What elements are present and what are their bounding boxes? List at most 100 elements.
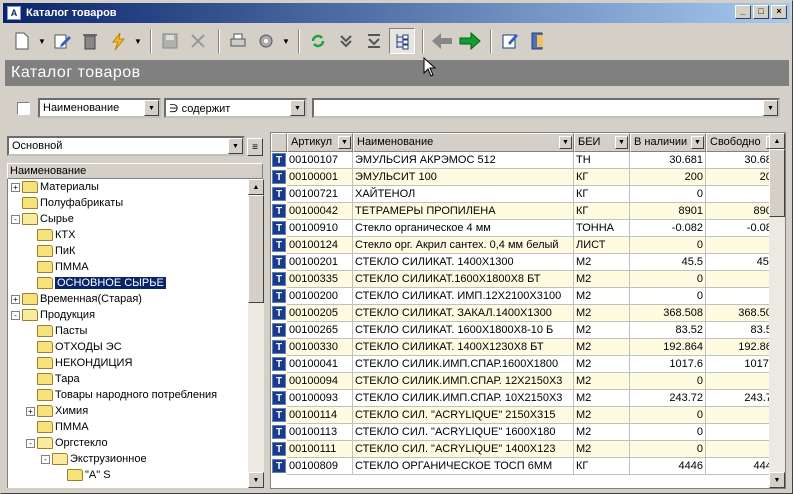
table-row[interactable]: T 00100265 СТЕКЛО СИЛИКАТ. 1600Х1800Х8-10 … xyxy=(271,322,781,339)
minimize-button[interactable]: _ xyxy=(735,5,751,19)
save-icon[interactable] xyxy=(157,28,183,54)
tree-item[interactable]: НЕКОНДИЦИЯ xyxy=(26,355,132,371)
edit-note-icon[interactable] xyxy=(497,28,523,54)
table-row[interactable]: T 00100201 СТЕКЛО СИЛИКАТ. 1400Х1300 М2 45.5… xyxy=(271,254,781,271)
table-row[interactable]: T 00100330 СТЕКЛО СИЛИКАТ. 1400Х1230Х8 БТ М… xyxy=(271,339,781,356)
chevron-down-icon[interactable]: ▼ xyxy=(228,138,243,154)
tree-item[interactable]: Тара xyxy=(26,371,80,387)
table-row[interactable]: T00100001ЭМУЛЬСИТ 100КГ200200 xyxy=(271,169,781,186)
tree-item[interactable]: ПиК xyxy=(26,243,75,259)
table-row[interactable]: T 00100335 СТЕКЛО СИЛИКАТ.1600Х1800Х8 БТ М2… xyxy=(271,271,781,288)
table-row[interactable]: T 00100124 Стекло орг. Акрил сантех. 0,4 м… xyxy=(271,237,781,254)
title-bar[interactable]: A Каталог товаров _ □ × xyxy=(3,3,790,23)
folder-icon xyxy=(37,229,53,241)
scroll-up-arrow[interactable]: ▲ xyxy=(769,133,785,149)
tree-item[interactable]: ОТХОДЫ ЭС xyxy=(26,339,122,355)
table-row[interactable]: T00100721ХАЙТЕНОЛКГ00 xyxy=(271,186,781,203)
lightning-icon[interactable] xyxy=(105,28,131,54)
collapse-icon[interactable]: - xyxy=(11,214,20,224)
chevron-down-icon[interactable]: ▼ xyxy=(144,100,159,116)
scroll-up-arrow[interactable]: ▲ xyxy=(248,179,264,195)
tree-item[interactable]: Товары народного потребления xyxy=(26,387,217,403)
table-row[interactable]: T 00100910 Стекло органическое 4 мм ТОННА -0… xyxy=(271,220,781,237)
filter-field-value: Наименование xyxy=(43,102,120,114)
lightning-dropdown-icon[interactable]: ▼ xyxy=(133,28,143,54)
delete-icon[interactable] xyxy=(77,28,103,54)
tree-item[interactable]: КТХ xyxy=(26,227,75,243)
table-row[interactable]: T 00100107 ЭМУЛЬСИЯ АКРЭМОС 512 ТН 30.681 30.… xyxy=(271,152,781,169)
scroll-thumb[interactable] xyxy=(248,195,264,303)
collapse-icon[interactable]: - xyxy=(26,438,35,448)
tree-item[interactable]: Полуфабрикаты xyxy=(11,195,123,211)
column-header[interactable]: БЕИ ▼ xyxy=(574,133,630,152)
expand-icon[interactable]: + xyxy=(11,182,20,192)
column-header[interactable]: Наименование ▼ xyxy=(353,133,574,152)
table-row[interactable]: T 00100809 СТЕКЛО ОРГАНИЧЕСКОЕ ТОСП 6ММ КГ 4… xyxy=(271,458,781,475)
table-row[interactable]: T 00100205 СТЕКЛО СИЛИКАТ. ЗАКАЛ.1400Х1300… xyxy=(271,305,781,322)
column-header[interactable]: В наличии ▼ xyxy=(630,133,706,152)
tree-item[interactable]: + Химия xyxy=(26,403,88,419)
column-filter-icon[interactable]: ▼ xyxy=(615,136,628,149)
tree-item[interactable]: Пасты xyxy=(26,323,87,339)
expand-down-icon[interactable] xyxy=(333,28,359,54)
scroll-thumb[interactable] xyxy=(769,149,785,217)
exit-icon[interactable] xyxy=(525,28,551,54)
close-button[interactable]: × xyxy=(771,5,787,19)
scroll-down-arrow[interactable]: ▼ xyxy=(248,472,264,488)
new-document-icon[interactable] xyxy=(9,28,35,54)
table-row[interactable]: T 00100114 СТЕКЛО СИЛ. "ACRYLIQUE" 2150Х31… xyxy=(271,407,781,424)
tree-item[interactable]: - Сырье xyxy=(11,211,74,227)
filter-field-select[interactable]: Наименование ▼ xyxy=(38,98,161,118)
column-filter-icon[interactable]: ▼ xyxy=(338,136,351,149)
column-filter-icon[interactable]: ▼ xyxy=(559,136,572,149)
edit-icon[interactable] xyxy=(49,28,75,54)
filter-value-input[interactable]: ▼ xyxy=(312,98,780,118)
view-select[interactable]: Основной ▼ xyxy=(7,136,245,156)
column-header-label: Наименование xyxy=(357,136,434,148)
table-row[interactable]: T 00100094 СТЕКЛО СИЛИК.ИМП.СПАР. 12Х2150Х… xyxy=(271,373,781,390)
table-row[interactable]: T 00100113 СТЕКЛО СИЛ. "ACRYLIQUE" 1600Х18… xyxy=(271,424,781,441)
expand-icon[interactable]: + xyxy=(26,406,35,416)
tree-scrollbar[interactable]: ▲ ▼ xyxy=(248,179,264,488)
maximize-button[interactable]: □ xyxy=(753,5,769,19)
settings-icon[interactable] xyxy=(253,28,279,54)
collapse-icon[interactable]: - xyxy=(11,310,20,320)
chevron-down-icon[interactable]: ▼ xyxy=(290,100,305,116)
table-row[interactable]: T 00100111 СТЕКЛО СИЛ. "ACRYLIQUE" 1400Х12… xyxy=(271,441,781,458)
table-row[interactable]: T 00100041 СТЕКЛО СИЛИК.ИМП.СПАР.1600Х1800… xyxy=(271,356,781,373)
tree-item[interactable]: + Временная(Старая) xyxy=(11,291,142,307)
table-row[interactable]: T 00100200 СТЕКЛО СИЛИКАТ. ИМП.12Х2100Х310… xyxy=(271,288,781,305)
filter-operator-select[interactable]: ∋ содержит ▼ xyxy=(164,98,307,118)
new-dropdown-icon[interactable]: ▼ xyxy=(37,28,47,54)
table-row[interactable]: T 00100042 ТЕТРАМЕРЫ ПРОПИЛЕНА КГ 8901 8901 xyxy=(271,203,781,220)
scroll-down-arrow[interactable]: ▼ xyxy=(769,472,785,488)
column-header[interactable]: Артикул ▼ xyxy=(287,133,353,152)
filter-checkbox[interactable] xyxy=(17,102,30,115)
tree-item[interactable]: "А" S xyxy=(56,467,111,483)
tree-item[interactable]: ОСНОВНОЕ СЫРЬЕ xyxy=(26,275,166,291)
column-filter-icon[interactable]: ▼ xyxy=(691,136,704,149)
cancel-icon[interactable] xyxy=(185,28,211,54)
grid-scrollbar[interactable]: ▲ ▼ xyxy=(769,133,785,488)
tree-view-icon[interactable] xyxy=(389,28,415,54)
settings-dropdown-icon[interactable]: ▼ xyxy=(281,28,291,54)
tree-item[interactable]: ПММА xyxy=(26,259,89,275)
grid-header: Артикул ▼ Наименование ▼ БЕИ ▼ В наличии ▼ Свобо… xyxy=(271,133,781,152)
tree-item[interactable]: - Оргстекло xyxy=(26,435,108,451)
tree-item[interactable]: + Материалы xyxy=(11,179,99,195)
tree-item[interactable]: ПММА xyxy=(26,419,89,435)
chevron-down-icon[interactable]: ▼ xyxy=(763,100,778,116)
tree-item[interactable]: - Продукция xyxy=(11,307,95,323)
collapse-icon[interactable]: - xyxy=(41,454,50,464)
expand-icon[interactable]: + xyxy=(11,294,20,304)
refresh-icon[interactable] xyxy=(305,28,331,54)
table-cell: КГ xyxy=(574,186,630,203)
tree-item[interactable]: - Экструзионное xyxy=(41,451,147,467)
forward-arrow-icon[interactable] xyxy=(457,28,483,54)
tree-column-header[interactable]: Наименование xyxy=(7,163,263,179)
menu-icon[interactable]: ≡ xyxy=(247,138,263,156)
print-icon[interactable] xyxy=(225,28,251,54)
table-row[interactable]: T 00100093 СТЕКЛО СИЛИК.ИМП.СПАР. 10Х2150Х… xyxy=(271,390,781,407)
back-arrow-icon[interactable] xyxy=(429,28,455,54)
collapse-icon[interactable] xyxy=(361,28,387,54)
